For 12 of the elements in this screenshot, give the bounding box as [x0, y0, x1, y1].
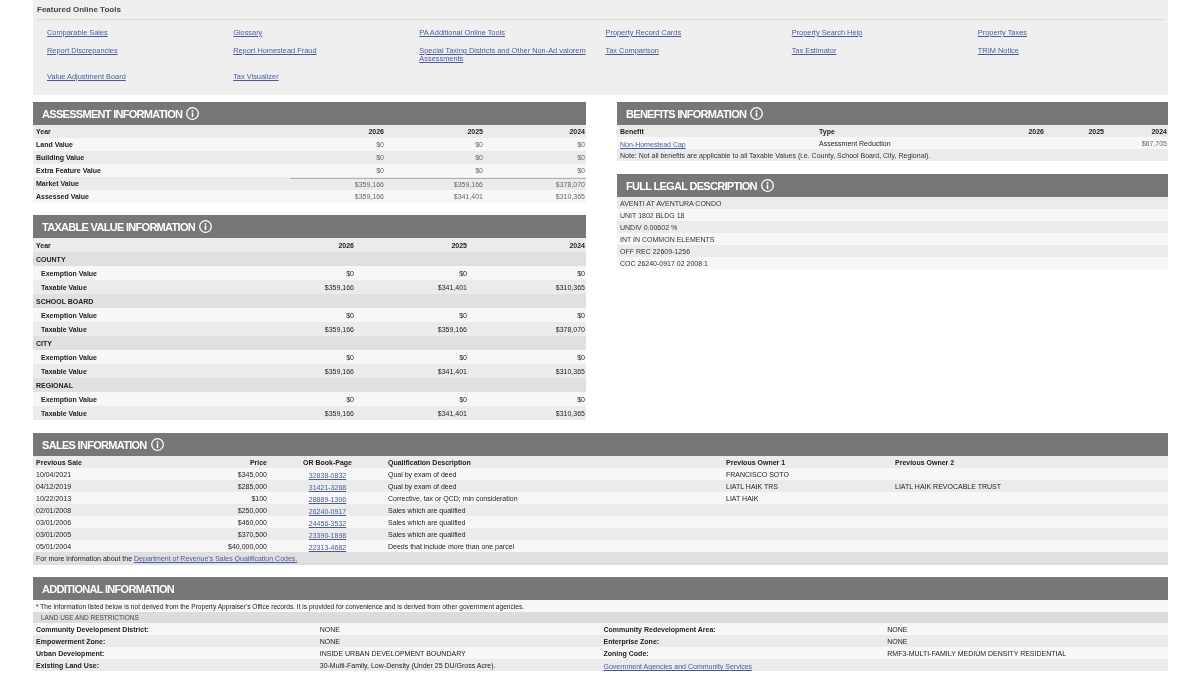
section-title: ADDITIONAL INFORMATION	[42, 582, 175, 595]
section-title: SALES INFORMATION	[42, 438, 147, 451]
section-title: FULL LEGAL DESCRIPTION	[626, 179, 757, 192]
info-icon[interactable]	[150, 438, 164, 451]
info-icon[interactable]	[199, 220, 212, 233]
info-icon[interactable]	[750, 107, 764, 120]
section-title: ASSESSMENT INFORMATION	[42, 107, 183, 120]
section-title: BENEFITS INFORMATION	[626, 107, 747, 120]
info-icon[interactable]	[186, 107, 200, 120]
section-title: TAXABLE VALUE INFORMATION	[42, 220, 195, 233]
info-icon[interactable]	[760, 179, 774, 192]
panel-title: Featured Online Tools	[37, 5, 121, 14]
